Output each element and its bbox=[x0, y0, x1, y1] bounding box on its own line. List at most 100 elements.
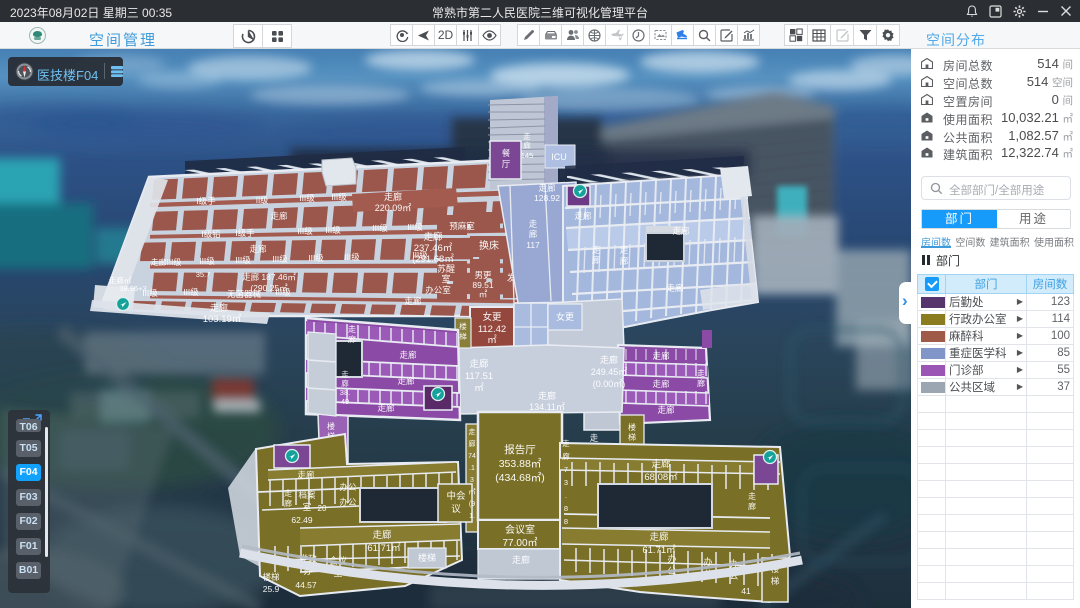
svg-text:㎡: ㎡ bbox=[479, 289, 488, 299]
svg-text:廊: 廊 bbox=[341, 378, 349, 388]
svg-text:III级: III级 bbox=[325, 225, 341, 235]
svg-text:廊: 廊 bbox=[348, 334, 356, 344]
svg-text:㎡: ㎡ bbox=[487, 335, 497, 346]
svg-text:报告厅: 报告厅 bbox=[504, 443, 536, 456]
svg-text:走: 走 bbox=[592, 245, 601, 255]
svg-text:走廊: 走廊 bbox=[600, 354, 618, 365]
svg-text:(0.00㎡): (0.00㎡) bbox=[593, 379, 626, 389]
svg-text:.1: .1 bbox=[469, 465, 475, 472]
svg-text:走: 走 bbox=[348, 325, 356, 334]
svg-text:117.51: 117.51 bbox=[465, 371, 493, 382]
svg-text:男更: 男更 bbox=[474, 270, 492, 280]
svg-text:楼: 楼 bbox=[628, 422, 636, 432]
svg-text:楼: 楼 bbox=[459, 321, 467, 331]
svg-text:走廊: 走廊 bbox=[657, 405, 675, 415]
svg-text:预麻室: 预麻室 bbox=[449, 221, 475, 231]
svg-text:II级: II级 bbox=[256, 195, 268, 205]
svg-text:廊: 廊 bbox=[748, 501, 756, 511]
svg-text:8: 8 bbox=[564, 504, 568, 513]
svg-text:办公室: 办公室 bbox=[425, 285, 451, 295]
svg-text:128.92: 128.92 bbox=[534, 193, 560, 203]
svg-text:走廊: 走廊 bbox=[651, 458, 671, 470]
svg-text:38.: 38. bbox=[340, 388, 350, 397]
svg-text:III级: III级 bbox=[183, 287, 199, 297]
svg-text:楼梯: 楼梯 bbox=[262, 572, 280, 582]
svg-text:74: 74 bbox=[468, 453, 476, 460]
svg-text:走: 走 bbox=[523, 132, 531, 141]
svg-text:走: 走 bbox=[697, 369, 705, 378]
svg-text:220.09㎡: 220.09㎡ bbox=[375, 203, 412, 213]
svg-text:走: 走 bbox=[748, 492, 756, 501]
svg-text:办: 办 bbox=[667, 553, 676, 564]
svg-text:III级: III级 bbox=[344, 252, 360, 262]
svg-text:餐: 餐 bbox=[502, 148, 511, 158]
svg-text:走廊: 走廊 bbox=[652, 379, 670, 389]
svg-text:廊: 廊 bbox=[523, 140, 531, 150]
svg-text:35.7: 35.7 bbox=[196, 270, 211, 279]
svg-text:走: 走 bbox=[562, 439, 570, 448]
svg-text:梯: 梯 bbox=[771, 576, 780, 586]
svg-text:廊: 廊 bbox=[562, 451, 570, 461]
svg-text:走廊: 走廊 bbox=[399, 350, 417, 360]
svg-text:8: 8 bbox=[564, 517, 568, 526]
svg-text:档案: 档案 bbox=[298, 490, 316, 500]
svg-text:㎡: ㎡ bbox=[474, 383, 484, 394]
svg-text:廊: 廊 bbox=[697, 378, 705, 388]
svg-text:III级: III级 bbox=[308, 253, 324, 263]
svg-text:走廊: 走廊 bbox=[377, 403, 395, 413]
svg-text:353.88㎡: 353.88㎡ bbox=[499, 458, 542, 470]
svg-text:走廊: 走廊 bbox=[210, 302, 228, 313]
svg-text:走廊: 走廊 bbox=[397, 376, 415, 386]
svg-text:办: 办 bbox=[703, 556, 712, 567]
svg-text:走廊: 走廊 bbox=[404, 296, 422, 306]
svg-text:走: 走 bbox=[590, 433, 599, 443]
svg-text:III级: III级 bbox=[275, 287, 291, 297]
svg-text:走廊: 走廊 bbox=[297, 470, 315, 480]
svg-text:走廊: 走廊 bbox=[249, 244, 267, 254]
svg-text:走: 走 bbox=[469, 428, 476, 436]
svg-text:77.00㎡: 77.00㎡ bbox=[502, 537, 537, 549]
svg-text:III级: III级 bbox=[299, 193, 315, 203]
svg-text:III级: III级 bbox=[199, 256, 215, 266]
svg-text:走廊 187.46㎡: 走廊 187.46㎡ bbox=[242, 272, 296, 282]
svg-text:.: . bbox=[565, 491, 567, 500]
svg-text:III级: III级 bbox=[331, 192, 347, 202]
svg-text:49: 49 bbox=[341, 397, 349, 406]
svg-text:237.46㎡: 237.46㎡ bbox=[414, 243, 453, 254]
svg-text:议: 议 bbox=[451, 504, 461, 515]
svg-text:III级: III级 bbox=[297, 226, 313, 236]
svg-text:办公: 办公 bbox=[339, 497, 357, 507]
svg-text:145: 145 bbox=[521, 151, 534, 160]
svg-text:III级: III级 bbox=[235, 255, 251, 265]
svg-text:(434.68㎡): (434.68㎡) bbox=[495, 472, 545, 484]
svg-text:厅: 厅 bbox=[502, 159, 511, 169]
svg-text:3: 3 bbox=[564, 478, 568, 487]
svg-text:I级铅: I级铅 bbox=[201, 229, 221, 239]
svg-text:走: 走 bbox=[341, 370, 349, 379]
svg-text:103.19㎡: 103.19㎡ bbox=[203, 314, 242, 325]
svg-text:3: 3 bbox=[470, 477, 474, 484]
svg-text:走廊: 走廊 bbox=[270, 211, 288, 221]
svg-text:走廊: 走廊 bbox=[574, 211, 592, 221]
svg-text:I级手: I级手 bbox=[196, 196, 216, 206]
svg-text:走廊: 走廊 bbox=[666, 283, 684, 293]
svg-text:走廊: 走廊 bbox=[649, 531, 669, 543]
svg-text:25.9: 25.9 bbox=[263, 584, 280, 594]
svg-text:20: 20 bbox=[318, 504, 327, 513]
svg-text:走廊: 走廊 bbox=[538, 183, 556, 193]
svg-text:中会: 中会 bbox=[446, 490, 466, 502]
svg-text:走廊: 走廊 bbox=[372, 529, 392, 541]
svg-text:7: 7 bbox=[564, 465, 568, 474]
svg-text:走廊: 走廊 bbox=[512, 554, 530, 565]
svg-text:梯: 梯 bbox=[459, 331, 467, 341]
svg-text:走廊: 走廊 bbox=[423, 231, 443, 243]
svg-text:㎡: ㎡ bbox=[469, 488, 476, 496]
svg-text:廊: 廊 bbox=[284, 498, 292, 508]
svg-text:走廊: 走廊 bbox=[672, 226, 690, 236]
svg-text:I级手: I级手 bbox=[235, 228, 255, 238]
svg-text:室: 室 bbox=[303, 502, 312, 512]
svg-text:梯: 梯 bbox=[628, 432, 636, 442]
svg-text:1.: 1. bbox=[469, 513, 475, 520]
svg-text:会议室: 会议室 bbox=[505, 523, 535, 536]
svg-text:III级: III级 bbox=[372, 223, 388, 233]
